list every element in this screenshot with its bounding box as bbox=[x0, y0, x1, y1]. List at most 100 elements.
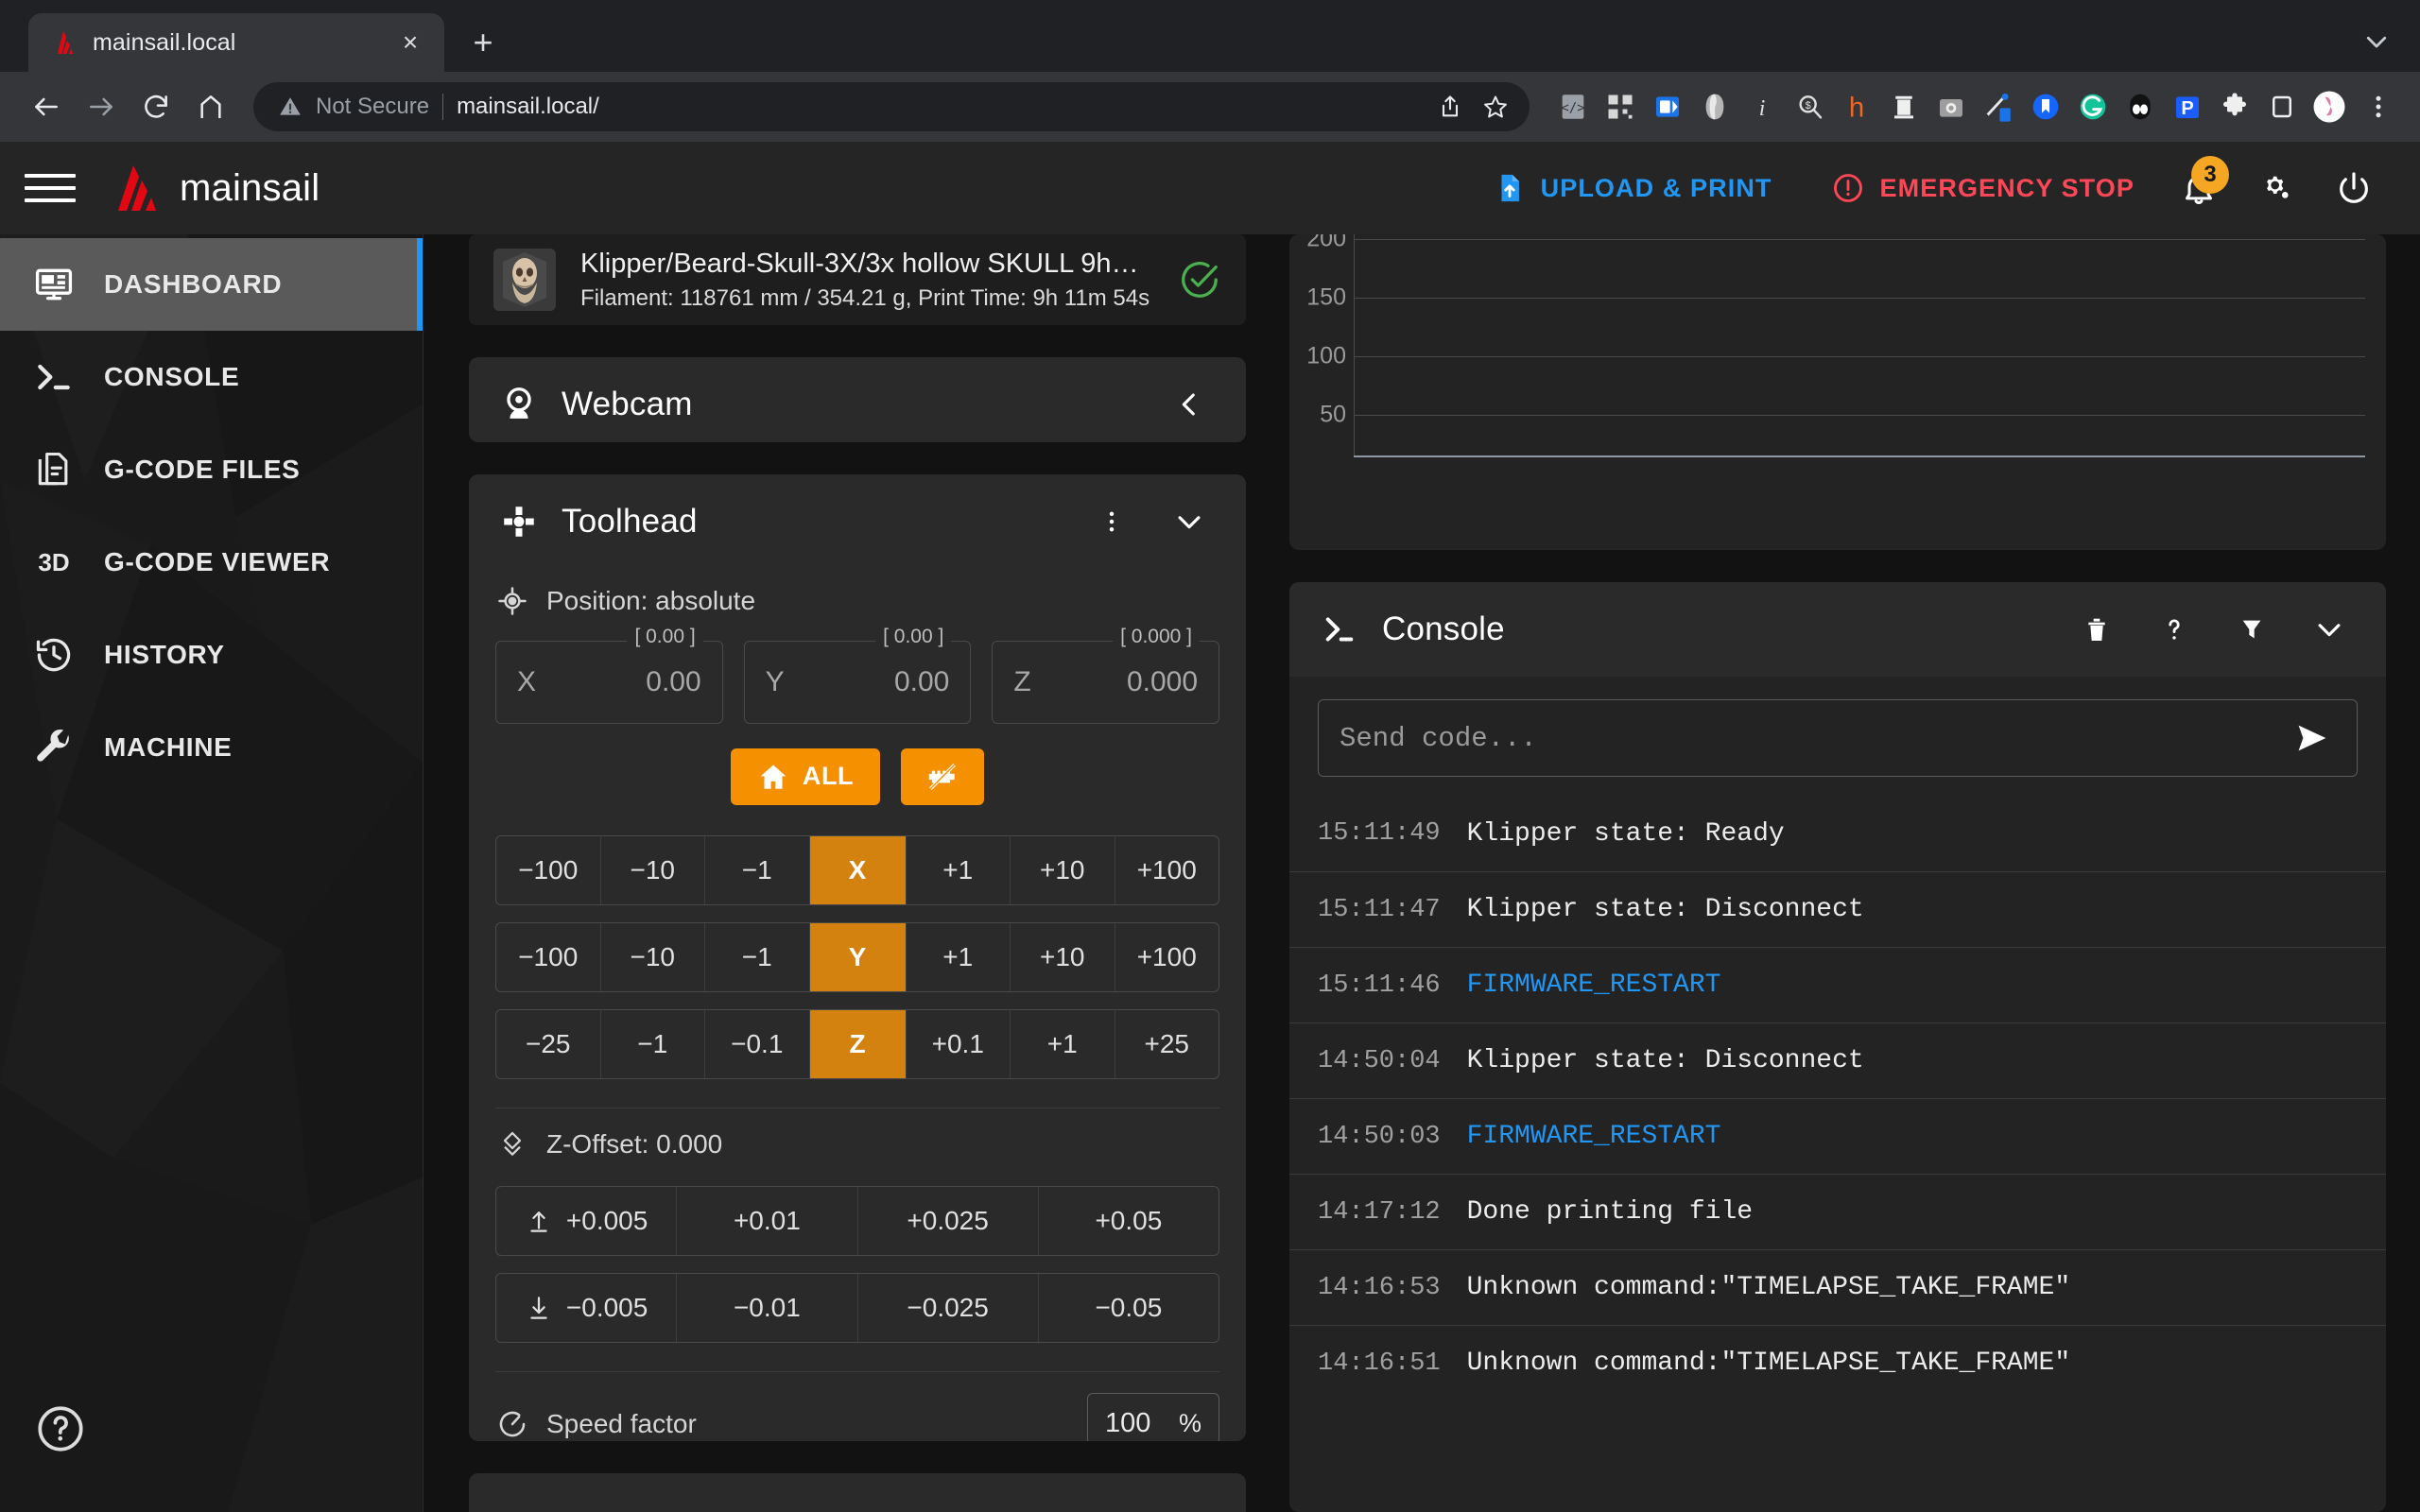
webcam-card-header[interactable]: Webcam bbox=[469, 357, 1246, 442]
jog-y-minus-1[interactable]: −1 bbox=[705, 922, 810, 991]
jog-y-plus-100[interactable]: +100 bbox=[1115, 923, 1219, 991]
forward-arrow-icon[interactable] bbox=[76, 81, 127, 132]
settings-button[interactable] bbox=[2242, 154, 2310, 222]
position-mode-label: Position: absolute bbox=[546, 585, 756, 615]
power-button[interactable] bbox=[2320, 154, 2388, 222]
notifications-button[interactable]: 3 bbox=[2165, 154, 2233, 222]
jog-z-minus-1[interactable]: −1 bbox=[601, 1009, 705, 1078]
jog-x-minus-10[interactable]: −10 bbox=[601, 835, 705, 904]
side-panel-icon[interactable] bbox=[2263, 88, 2301, 126]
zoffset-down-0-025[interactable]: −0.025 bbox=[858, 1273, 1039, 1342]
jog-z-plus-0-1[interactable]: +0.1 bbox=[907, 1009, 1011, 1078]
column-icon[interactable] bbox=[1885, 88, 1923, 126]
temperature-chart-card[interactable]: 200 150 100 50 bbox=[1289, 234, 2386, 550]
help-circle-icon[interactable] bbox=[34, 1402, 87, 1455]
chevron-down-icon[interactable] bbox=[2356, 21, 2397, 62]
send-arrow-icon[interactable] bbox=[2287, 713, 2336, 763]
address-bar[interactable]: Not Secure mainsail.local/ bbox=[253, 82, 1530, 131]
sidebar-item-gcode-files[interactable]: G-CODE FILES bbox=[0, 423, 423, 516]
file-copy-icon bbox=[32, 448, 76, 491]
hamburger-menu-icon[interactable] bbox=[25, 163, 76, 214]
jog-x-plus-10[interactable]: +10 bbox=[1011, 835, 1115, 904]
grammarly-icon[interactable] bbox=[2074, 88, 2112, 126]
translate-icon[interactable] bbox=[1649, 88, 1686, 126]
p-bag-icon[interactable]: P bbox=[2169, 88, 2206, 126]
jog-axis-label-y[interactable]: Y bbox=[809, 922, 907, 991]
webcam-icon bbox=[497, 383, 541, 426]
three-dot-vertical-icon[interactable] bbox=[1083, 493, 1140, 550]
jog-z-plus-25[interactable]: +25 bbox=[1115, 1010, 1219, 1078]
qr-code-icon[interactable] bbox=[1601, 88, 1639, 126]
jog-z-plus-1[interactable]: +1 bbox=[1011, 1009, 1115, 1078]
zoffset-up-0-005[interactable]: +0.005 bbox=[496, 1186, 678, 1255]
motors-off-button[interactable] bbox=[901, 747, 985, 805]
back-arrow-icon[interactable] bbox=[21, 81, 72, 132]
console-input-placeholder: Send code... bbox=[1340, 722, 1537, 754]
bookmark-blue-icon[interactable] bbox=[2027, 88, 2065, 126]
browser-tab[interactable]: mainsail.local × bbox=[28, 13, 444, 72]
jog-x-minus-1[interactable]: −1 bbox=[705, 835, 810, 904]
funnel-filter-icon[interactable] bbox=[2223, 601, 2280, 658]
upload-and-print-button[interactable]: UPLOAD & PRINT bbox=[1473, 159, 1793, 217]
jog-x-plus-100[interactable]: +100 bbox=[1115, 836, 1219, 904]
three-dot-menu-icon[interactable] bbox=[2358, 86, 2399, 128]
arrow-down-bar-icon bbox=[525, 1294, 553, 1322]
zoffset-up-0-01[interactable]: +0.01 bbox=[677, 1186, 858, 1255]
position-field-x[interactable]: [ 0.00 ] X 0.00 bbox=[495, 625, 723, 724]
current-print-job-card[interactable]: Klipper/Beard-Skull-3X/3x hollow SKULL 9… bbox=[469, 234, 1246, 325]
zoffset-up-0-05[interactable]: +0.05 bbox=[1039, 1187, 1219, 1255]
console-prompt-icon bbox=[1318, 608, 1361, 651]
trash-icon[interactable] bbox=[2068, 601, 2125, 658]
chevron-down-icon[interactable] bbox=[2301, 601, 2358, 658]
jog-z-minus-0-1[interactable]: −0.1 bbox=[705, 1009, 810, 1078]
console-input[interactable]: Send code... bbox=[1318, 699, 2358, 777]
position-field-z[interactable]: [ 0.000 ] Z 0.000 bbox=[992, 625, 1220, 724]
jog-axis-label-z[interactable]: Z bbox=[809, 1009, 907, 1078]
chevron-down-icon[interactable] bbox=[1161, 493, 1218, 550]
home-icon[interactable] bbox=[185, 81, 236, 132]
search-dollar-icon[interactable]: $ bbox=[1790, 88, 1828, 126]
star-icon[interactable] bbox=[1477, 88, 1514, 126]
jog-y-plus-1[interactable]: +1 bbox=[907, 922, 1011, 991]
code-brackets-icon[interactable]: </> bbox=[1554, 88, 1592, 126]
console-log-row: 14:50:03 FIRMWARE_RESTART bbox=[1289, 1098, 2386, 1174]
close-icon[interactable]: × bbox=[393, 26, 427, 60]
new-tab-button[interactable]: + bbox=[458, 17, 509, 68]
sidebar-item-gcode-viewer[interactable]: 3D G-CODE VIEWER bbox=[0, 516, 423, 609]
chevron-left-icon[interactable] bbox=[1161, 376, 1218, 433]
puzzle-extensions-icon[interactable] bbox=[2216, 88, 2254, 126]
sidebar-item-console[interactable]: CONSOLE bbox=[0, 331, 423, 423]
speed-factor-input[interactable]: 100 % bbox=[1087, 1392, 1219, 1441]
position-field-y[interactable]: [ 0.00 ] Y 0.00 bbox=[743, 625, 972, 724]
ghostery-icon[interactable] bbox=[1696, 88, 1734, 126]
sidebar-item-dashboard[interactable]: DASHBOARD bbox=[0, 238, 423, 331]
sidebar-item-history[interactable]: HISTORY bbox=[0, 609, 423, 701]
console-log-list[interactable]: 15:11:49 Klipper state: Ready 15:11:47 K… bbox=[1289, 796, 2386, 1512]
info-icon[interactable]: i bbox=[1743, 88, 1781, 126]
home-all-label: ALL bbox=[802, 762, 855, 791]
reload-icon[interactable] bbox=[130, 81, 182, 132]
home-all-button[interactable]: ALL bbox=[730, 747, 881, 805]
sidebar-item-machine[interactable]: MACHINE bbox=[0, 701, 423, 794]
jog-y-minus-100[interactable]: −100 bbox=[496, 922, 601, 991]
arrow-up-bar-icon bbox=[525, 1207, 553, 1235]
zoffset-down-0-05[interactable]: −0.05 bbox=[1039, 1274, 1219, 1342]
share-icon[interactable] bbox=[1431, 88, 1469, 126]
jog-x-minus-100[interactable]: −100 bbox=[496, 835, 601, 904]
zoffset-down-0-01[interactable]: −0.01 bbox=[677, 1273, 858, 1342]
jog-axis-label-x[interactable]: X bbox=[809, 835, 907, 904]
zoffset-up-0-025[interactable]: +0.025 bbox=[858, 1186, 1039, 1255]
eyedropper-icon[interactable] bbox=[1979, 88, 2017, 126]
honey-icon[interactable]: h bbox=[1838, 88, 1876, 126]
jog-z-minus-25[interactable]: −25 bbox=[496, 1009, 601, 1078]
zoffset-down-0-005[interactable]: −0.005 bbox=[496, 1273, 678, 1342]
question-mark-icon[interactable] bbox=[2146, 601, 2203, 658]
camera-icon[interactable] bbox=[1932, 88, 1970, 126]
jog-x-plus-1[interactable]: +1 bbox=[907, 835, 1011, 904]
jog-y-plus-10[interactable]: +10 bbox=[1011, 922, 1115, 991]
jog-y-minus-10[interactable]: −10 bbox=[601, 922, 705, 991]
emergency-stop-button[interactable]: EMERGENCY STOP bbox=[1810, 159, 2155, 217]
mainsail-logo-icon bbox=[49, 28, 78, 57]
pink-avatar-icon[interactable] bbox=[2310, 88, 2348, 126]
dual-ovals-icon[interactable] bbox=[2121, 88, 2159, 126]
